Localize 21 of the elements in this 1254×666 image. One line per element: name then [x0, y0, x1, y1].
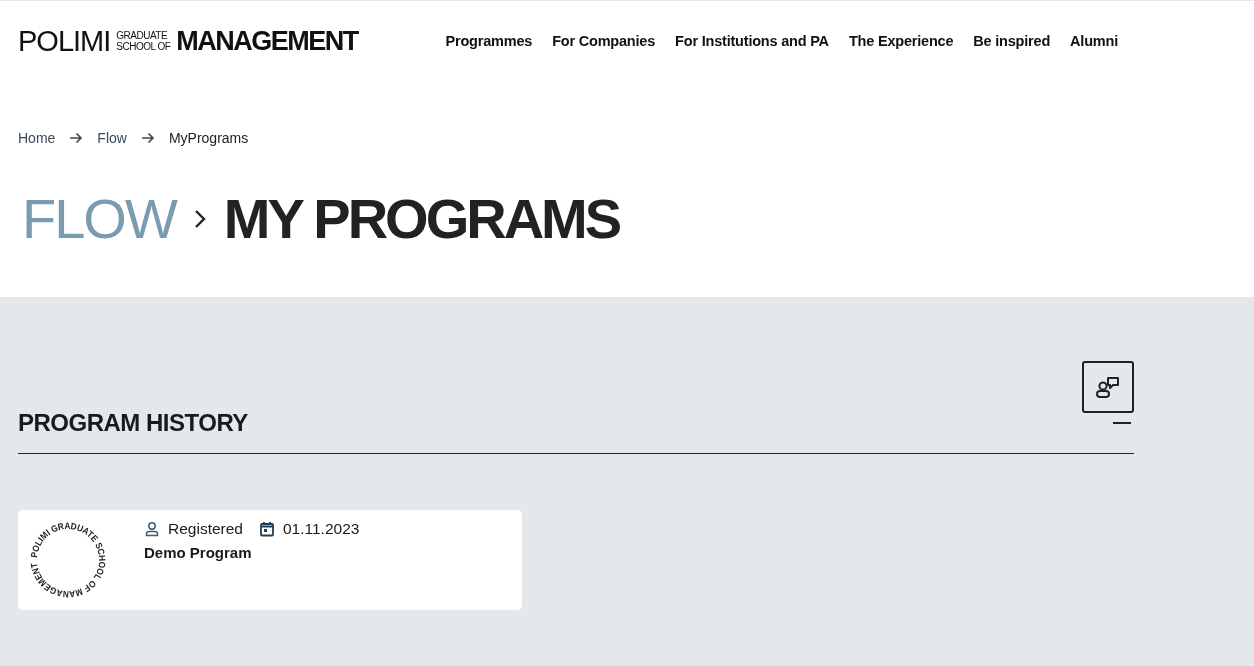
nav-link[interactable]: For Companies [552, 33, 656, 49]
chevron-icon [193, 209, 206, 229]
breadcrumb-link[interactable]: Home [18, 130, 56, 146]
arrow-icon [69, 132, 84, 144]
nav-link[interactable]: Be inspired [973, 33, 1051, 49]
nav-link[interactable]: Alumni [1070, 33, 1118, 49]
nav-link[interactable]: Programmes [445, 33, 533, 49]
arrow-icon [140, 132, 155, 144]
breadcrumb-link[interactable]: Flow [97, 130, 127, 146]
section-title: PROGRAM HISTORY [18, 409, 248, 437]
date-text: 01.11.2023 [282, 520, 360, 538]
nav-link[interactable]: The Experience [848, 33, 954, 49]
nav-link[interactable]: For Institutions and PA [675, 33, 829, 49]
status-text: Registered [168, 520, 243, 538]
person-icon [144, 521, 160, 537]
minus-icon [1112, 422, 1132, 424]
calendar-icon [258, 521, 275, 537]
current-page-label: MyPrograms [168, 130, 249, 146]
chat-button[interactable] [1082, 361, 1134, 413]
page-title: MY PROGRAMS [223, 191, 620, 247]
program-name: Demo Program [144, 544, 253, 561]
